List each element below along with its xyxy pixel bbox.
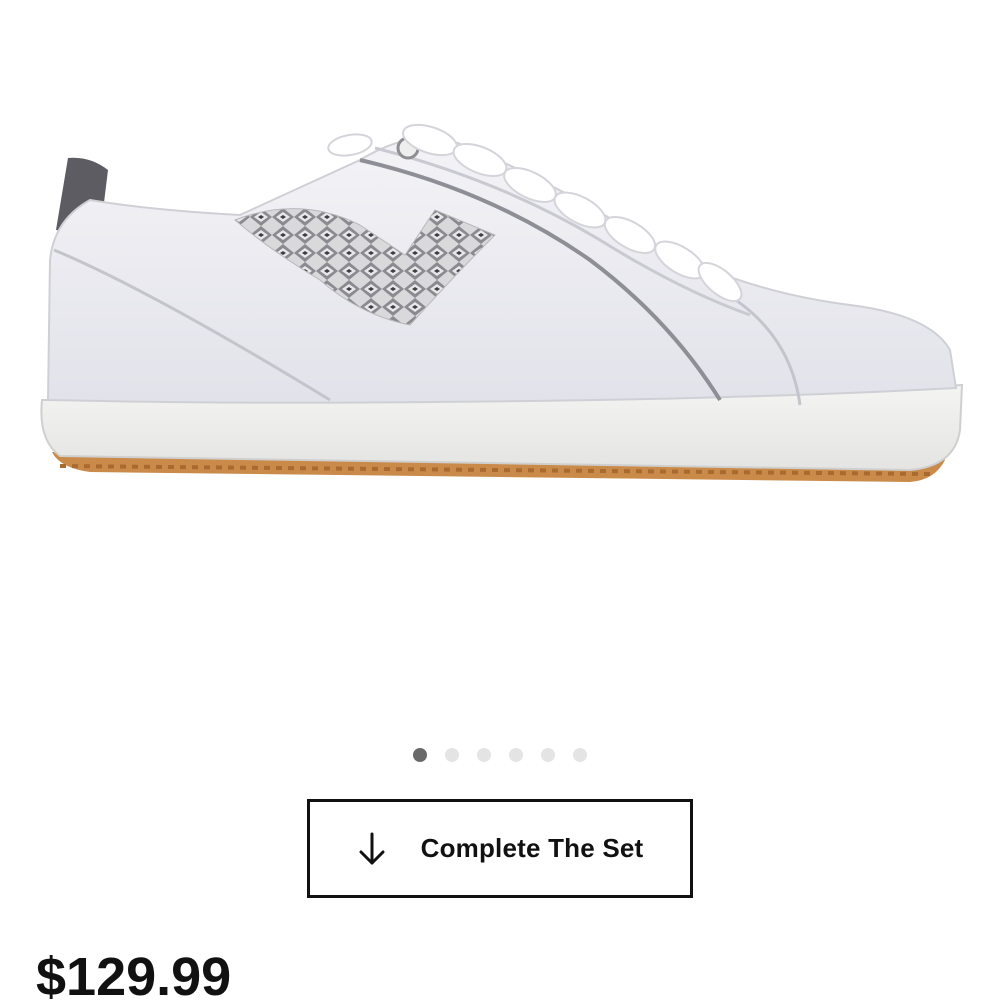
product-page: Complete The Set $129.99 bbox=[0, 0, 1000, 1000]
complete-the-set-label: Complete The Set bbox=[420, 833, 644, 863]
carousel-dot[interactable] bbox=[509, 748, 523, 762]
carousel-dot[interactable] bbox=[573, 748, 587, 762]
product-price: $129.99 bbox=[36, 947, 232, 1000]
product-image[interactable] bbox=[30, 100, 970, 510]
carousel-dot[interactable] bbox=[445, 748, 459, 762]
carousel-dot[interactable] bbox=[477, 748, 491, 762]
arrow-down-icon bbox=[359, 832, 385, 864]
carousel-dots bbox=[0, 748, 1000, 762]
golf-shoe-image bbox=[40, 123, 964, 482]
complete-the-set-button[interactable]: Complete The Set bbox=[307, 799, 693, 898]
carousel-dot[interactable] bbox=[541, 748, 555, 762]
carousel-dot[interactable] bbox=[413, 748, 427, 762]
